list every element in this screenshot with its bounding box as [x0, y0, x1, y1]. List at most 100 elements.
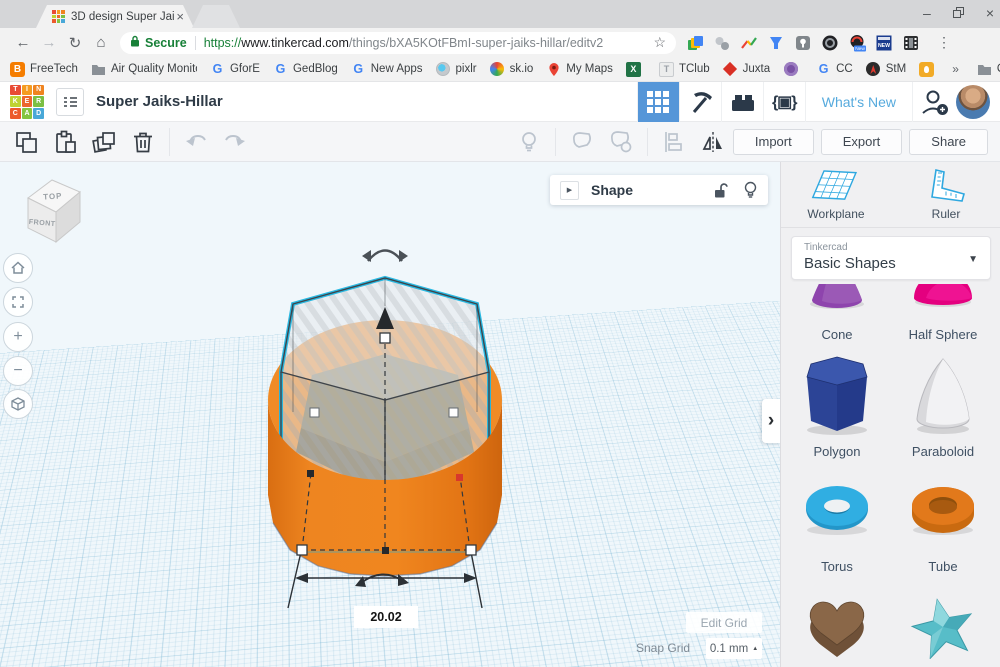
- extension-icon-3[interactable]: [740, 34, 758, 52]
- new-tab-button[interactable]: [192, 5, 240, 28]
- design-properties-button[interactable]: [56, 88, 84, 116]
- corner-handle-left[interactable]: [297, 545, 307, 555]
- rotate-handle-top[interactable]: [362, 250, 408, 262]
- shape-item-tube[interactable]: Tube: [891, 464, 995, 580]
- bookmark-yellow[interactable]: [919, 62, 939, 77]
- import-button[interactable]: Import: [733, 129, 814, 155]
- home-view-button[interactable]: [3, 253, 33, 283]
- bookmark-juxta[interactable]: Juxta: [723, 62, 771, 77]
- extension-icon-7[interactable]: New: [848, 34, 866, 52]
- view-cube[interactable]: TOP FRONT: [20, 172, 88, 246]
- shape-item-half-sphere[interactable]: Half Sphere: [891, 284, 995, 348]
- bookmark-new-apps[interactable]: GNew Apps: [351, 62, 423, 77]
- ruler-tool[interactable]: Ruler: [891, 162, 1000, 228]
- shape-item-torus[interactable]: Torus: [785, 464, 889, 580]
- bookmark-folder-air-quality[interactable]: Air Quality Monitorin: [91, 62, 197, 77]
- other-bookmarks-folder[interactable]: Other bookmarks: [977, 62, 1000, 77]
- design-title[interactable]: Super Jaiks-Hillar: [96, 93, 223, 110]
- bookmark-pixlr[interactable]: pixlr: [436, 62, 477, 77]
- corner-handle-right[interactable]: [466, 545, 476, 555]
- bookmarks-overflow-chevron[interactable]: »: [952, 62, 959, 76]
- paste-button[interactable]: [52, 129, 78, 155]
- snap-grid-select[interactable]: 0.1 mm ▲: [706, 638, 762, 659]
- workplane-canvas[interactable]: TOP FRONT + − ▶ Shape › Edit Grid: [0, 162, 780, 667]
- inspector-expand-button[interactable]: ▶: [560, 181, 579, 200]
- share-button[interactable]: Share: [909, 129, 988, 155]
- window-minimize-button[interactable]: –: [923, 2, 931, 24]
- dimension-value[interactable]: 20.02: [354, 606, 418, 628]
- extension-icon-4[interactable]: [767, 34, 785, 52]
- mirror-button[interactable]: [700, 129, 726, 155]
- tab-close-icon[interactable]: ×: [176, 9, 184, 24]
- shape-item-paraboloid[interactable]: Paraboloid: [891, 349, 995, 465]
- address-bar[interactable]: Secure https://www.tinkercad.com/things/…: [120, 32, 676, 54]
- browser-menu-icon[interactable]: ⋮: [937, 34, 951, 51]
- forward-button[interactable]: →: [36, 34, 62, 51]
- undo-button[interactable]: [183, 129, 209, 155]
- zoom-in-button[interactable]: +: [3, 322, 33, 352]
- window-restore-button[interactable]: [953, 2, 964, 24]
- bookmark-purple[interactable]: [783, 62, 803, 77]
- blocks-pickaxe-button[interactable]: [679, 82, 721, 122]
- extension-icon-2[interactable]: [713, 34, 731, 52]
- sidebar-collapse-handle[interactable]: ›: [762, 399, 780, 443]
- side-handle-left[interactable]: [310, 408, 319, 417]
- side-handle-right[interactable]: [449, 408, 458, 417]
- zoom-out-button[interactable]: −: [3, 356, 33, 386]
- mid-handle-active[interactable]: [456, 474, 463, 481]
- bookmark-excel[interactable]: X: [626, 62, 646, 77]
- bookmark-my-maps[interactable]: My Maps: [546, 62, 613, 77]
- perspective-toggle-button[interactable]: [3, 389, 33, 419]
- codeblocks-button[interactable]: {▣}: [763, 82, 805, 122]
- extension-icon-9[interactable]: [902, 34, 920, 52]
- extension-icon-8[interactable]: NEW: [875, 34, 893, 52]
- duplicate-button[interactable]: [91, 129, 117, 155]
- window-close-button[interactable]: ×: [986, 2, 994, 24]
- show-all-bulb-icon[interactable]: [516, 129, 542, 155]
- extension-icon-5[interactable]: [794, 34, 812, 52]
- dashboard-grid-button[interactable]: [637, 82, 679, 122]
- google-icon: G: [816, 62, 831, 77]
- group-button[interactable]: [569, 129, 595, 155]
- top-center-handle[interactable]: [380, 333, 390, 343]
- shape-item-heart[interactable]: [785, 580, 889, 667]
- bookmark-cc[interactable]: GCC: [816, 62, 853, 77]
- workplane-tool[interactable]: Workplane: [781, 162, 891, 228]
- redo-button[interactable]: [222, 129, 248, 155]
- bookmark-star-icon[interactable]: ☆: [653, 34, 666, 51]
- user-avatar[interactable]: [956, 85, 990, 119]
- secure-label[interactable]: Secure: [145, 36, 187, 50]
- unlock-icon[interactable]: [712, 182, 729, 199]
- shape-item-polygon[interactable]: Polygon: [785, 349, 889, 465]
- viewcube-top-label[interactable]: TOP: [43, 191, 63, 201]
- browser-tab[interactable]: 3D design Super Jaiks-H ×: [36, 5, 194, 28]
- brick-button[interactable]: [721, 82, 763, 122]
- bookmark-freetech[interactable]: BFreeTech: [10, 62, 78, 77]
- copy-button[interactable]: [13, 129, 39, 155]
- extension-icon-1[interactable]: [686, 34, 704, 52]
- shape-item-cone[interactable]: Cone: [785, 284, 889, 348]
- align-button[interactable]: [661, 129, 687, 155]
- invite-user-button[interactable]: [912, 82, 954, 122]
- shape-item-star[interactable]: [891, 580, 995, 667]
- tinkercad-logo[interactable]: TIN KER CAD: [10, 85, 44, 119]
- whats-new-link[interactable]: What's New: [805, 82, 912, 122]
- bookmark-stm[interactable]: StM: [866, 62, 906, 77]
- bookmark-gedblog[interactable]: GGedBlog: [273, 62, 338, 77]
- lightbulb-icon[interactable]: [743, 181, 758, 199]
- home-button[interactable]: ⌂: [88, 34, 114, 51]
- mid-handle-front[interactable]: [382, 547, 389, 554]
- edit-grid-button[interactable]: Edit Grid: [686, 612, 762, 633]
- delete-button[interactable]: [130, 129, 156, 155]
- back-button[interactable]: ←: [10, 34, 36, 51]
- ungroup-button[interactable]: [608, 129, 634, 155]
- extension-icon-6[interactable]: [821, 34, 839, 52]
- bookmark-gfore[interactable]: GGforE: [210, 62, 260, 77]
- export-button[interactable]: Export: [821, 129, 903, 155]
- fit-view-button[interactable]: [3, 287, 33, 317]
- reload-button[interactable]: ↻: [62, 34, 88, 52]
- bookmark-tclub[interactable]: TTClub: [659, 62, 710, 77]
- bookmark-skio[interactable]: sk.io: [490, 62, 534, 77]
- mid-handle-left[interactable]: [307, 470, 314, 477]
- shape-collection-dropdown[interactable]: Tinkercad Basic Shapes ▼: [791, 236, 991, 280]
